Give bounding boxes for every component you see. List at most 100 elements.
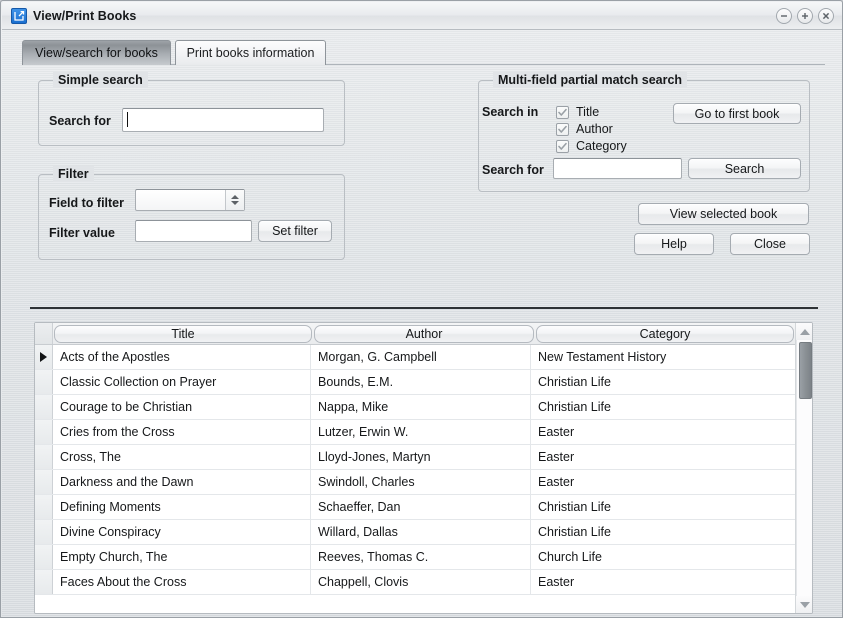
row-header-cell[interactable] xyxy=(35,470,53,494)
table-row[interactable]: Classic Collection on PrayerBounds, E.M.… xyxy=(35,370,795,395)
go-to-first-book-button[interactable]: Go to first book xyxy=(673,103,801,124)
row-header-cell[interactable] xyxy=(35,570,53,594)
set-filter-label: Set filter xyxy=(272,224,318,238)
checkbox-category[interactable]: Category xyxy=(556,139,627,153)
table-row[interactable]: Cross, TheLloyd-Jones, MartynEaster xyxy=(35,445,795,470)
help-button-label: Help xyxy=(661,237,687,251)
row-header-cell[interactable] xyxy=(35,370,53,394)
checkbox-title-box[interactable] xyxy=(556,106,569,119)
cell-title[interactable]: Cross, The xyxy=(53,445,311,469)
cell-author[interactable]: Morgan, G. Campbell xyxy=(311,345,531,369)
tab-print-books-information[interactable]: Print books information xyxy=(175,40,326,65)
scroll-up-button[interactable] xyxy=(796,323,813,340)
stepper-buttons[interactable] xyxy=(225,190,244,210)
cell-category[interactable]: Church Life xyxy=(531,545,789,569)
checkbox-title[interactable]: Title xyxy=(556,105,599,119)
cell-title[interactable]: Acts of the Apostles xyxy=(53,345,311,369)
tab-view-search-for-books[interactable]: View/search for books xyxy=(22,40,171,65)
row-header-cell[interactable] xyxy=(35,395,53,419)
view-print-books-window: View/Print Books xyxy=(0,0,843,618)
books-table: Title Author Category Acts of the Apostl… xyxy=(34,322,813,614)
row-header-cell[interactable] xyxy=(35,545,53,569)
scroll-down-button[interactable] xyxy=(796,596,813,613)
current-row-marker-icon xyxy=(40,352,47,362)
cell-author[interactable]: Chappell, Clovis xyxy=(311,570,531,594)
column-header-author[interactable]: Author xyxy=(314,325,534,343)
cell-title[interactable]: Classic Collection on Prayer xyxy=(53,370,311,394)
table-row[interactable]: Divine ConspiracyWillard, DallasChristia… xyxy=(35,520,795,545)
cell-author[interactable]: Schaeffer, Dan xyxy=(311,495,531,519)
table-row[interactable]: Faces About the CrossChappell, ClovisEas… xyxy=(35,570,795,595)
maximize-button[interactable] xyxy=(797,8,813,24)
row-header-cell[interactable] xyxy=(35,520,53,544)
cell-title[interactable]: Courage to be Christian xyxy=(53,395,311,419)
cell-title[interactable]: Divine Conspiracy xyxy=(53,520,311,544)
cell-category[interactable]: Easter xyxy=(531,445,789,469)
simple-search-input[interactable] xyxy=(122,108,324,132)
table-row[interactable]: Darkness and the DawnSwindoll, CharlesEa… xyxy=(35,470,795,495)
view-selected-book-button[interactable]: View selected book xyxy=(638,203,809,225)
close-dialog-button[interactable]: Close xyxy=(730,233,810,255)
column-header-title[interactable]: Title xyxy=(54,325,312,343)
cell-category[interactable]: Easter xyxy=(531,420,789,444)
cell-title[interactable]: Darkness and the Dawn xyxy=(53,470,311,494)
cell-author[interactable]: Bounds, E.M. xyxy=(311,370,531,394)
cell-author[interactable]: Lutzer, Erwin W. xyxy=(311,420,531,444)
close-button-label: Close xyxy=(754,237,786,251)
cell-category[interactable]: Christian Life xyxy=(531,520,789,544)
cell-category[interactable]: Easter xyxy=(531,470,789,494)
row-header-cell[interactable] xyxy=(35,420,53,444)
client-area: View/search for books Print books inform… xyxy=(2,30,842,617)
field-to-filter-value xyxy=(136,190,225,210)
multi-search-for-label: Search for xyxy=(482,162,544,178)
checkbox-category-label: Category xyxy=(576,139,627,153)
cell-author[interactable]: Reeves, Thomas C. xyxy=(311,545,531,569)
cell-category[interactable]: Christian Life xyxy=(531,395,789,419)
cell-author[interactable]: Swindoll, Charles xyxy=(311,470,531,494)
tab-strip: View/search for books Print books inform… xyxy=(22,40,825,65)
multi-search-input[interactable] xyxy=(553,158,682,179)
checkbox-author-box[interactable] xyxy=(556,123,569,136)
table-row[interactable]: Courage to be ChristianNappa, MikeChrist… xyxy=(35,395,795,420)
tab-label: Print books information xyxy=(187,46,315,60)
cell-title[interactable]: Faces About the Cross xyxy=(53,570,311,594)
books-table-header: Title Author Category xyxy=(35,323,795,345)
cell-category[interactable]: Easter xyxy=(531,570,789,594)
close-button[interactable] xyxy=(818,8,834,24)
cell-title[interactable]: Empty Church, The xyxy=(53,545,311,569)
cell-category[interactable]: Christian Life xyxy=(531,370,789,394)
help-button[interactable]: Help xyxy=(634,233,714,255)
cell-title[interactable]: Cries from the Cross xyxy=(53,420,311,444)
cell-author[interactable]: Lloyd-Jones, Martyn xyxy=(311,445,531,469)
table-row[interactable]: Cries from the CrossLutzer, Erwin W.East… xyxy=(35,420,795,445)
books-table-body[interactable]: Acts of the ApostlesMorgan, G. CampbellN… xyxy=(35,345,795,613)
cell-author[interactable]: Willard, Dallas xyxy=(311,520,531,544)
stepper-down-icon[interactable] xyxy=(231,201,239,205)
checkbox-category-box[interactable] xyxy=(556,140,569,153)
table-row[interactable]: Empty Church, TheReeves, Thomas C.Church… xyxy=(35,545,795,570)
go-to-first-book-label: Go to first book xyxy=(695,107,780,121)
filter-value-input[interactable] xyxy=(135,220,252,242)
search-button[interactable]: Search xyxy=(688,158,801,179)
column-header-title-label: Title xyxy=(171,327,194,341)
table-row[interactable]: Acts of the ApostlesMorgan, G. CampbellN… xyxy=(35,345,795,370)
row-header-cell[interactable] xyxy=(35,345,53,369)
scrollbar-track[interactable] xyxy=(796,340,812,596)
column-header-author-label: Author xyxy=(406,327,443,341)
books-table-main: Title Author Category Acts of the Apostl… xyxy=(35,323,795,613)
row-header-cell[interactable] xyxy=(35,495,53,519)
column-header-category[interactable]: Category xyxy=(536,325,794,343)
table-vertical-scrollbar[interactable] xyxy=(795,323,812,613)
table-row[interactable]: Defining MomentsSchaeffer, DanChristian … xyxy=(35,495,795,520)
scrollbar-thumb[interactable] xyxy=(799,342,812,399)
cell-title[interactable]: Defining Moments xyxy=(53,495,311,519)
cell-category[interactable]: Christian Life xyxy=(531,495,789,519)
minimize-button[interactable] xyxy=(776,8,792,24)
cell-author[interactable]: Nappa, Mike xyxy=(311,395,531,419)
field-to-filter-stepper[interactable] xyxy=(135,189,245,211)
row-header-cell[interactable] xyxy=(35,445,53,469)
set-filter-button[interactable]: Set filter xyxy=(258,220,332,242)
checkbox-author[interactable]: Author xyxy=(556,122,613,136)
cell-category[interactable]: New Testament History xyxy=(531,345,789,369)
stepper-up-icon[interactable] xyxy=(231,195,239,199)
